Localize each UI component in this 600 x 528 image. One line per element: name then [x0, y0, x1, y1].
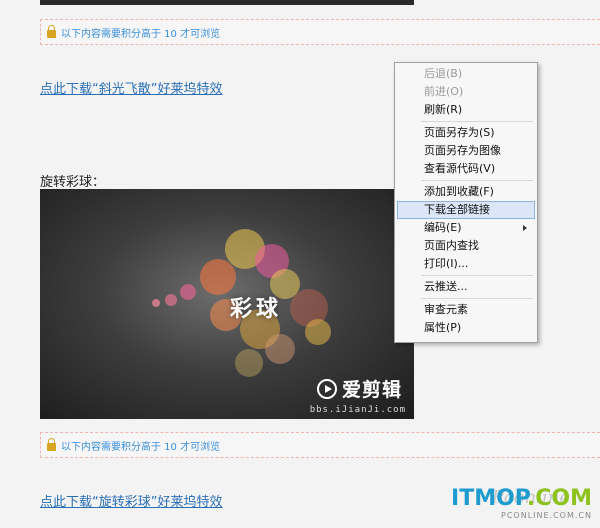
menu-item-save-page-as[interactable]: 页面另存为(S) — [397, 124, 535, 142]
itmop-watermark: ITMOP.COM PCONLINE.COM.CN — [451, 486, 592, 520]
menu-item-print[interactable]: 打印(I)... — [397, 255, 535, 273]
menu-item-save-page-as-image[interactable]: 页面另存为图像 — [397, 142, 535, 160]
preview-title-text: 彩球 — [230, 296, 283, 322]
menu-item-find-in-page[interactable]: 页面内查找 — [397, 237, 535, 255]
menu-item-encoding[interactable]: 编码(E) — [397, 219, 535, 237]
preview-caption: 旋转彩球： — [40, 175, 106, 190]
notice-text: 以下内容需要积分高于 10 才可浏览 — [61, 28, 221, 40]
menu-item-view-source[interactable]: 查看源代码(V) — [397, 160, 535, 178]
points-notice-top: 以下内容需要积分高于 10 才可浏览 — [40, 19, 600, 45]
lock-icon — [47, 24, 56, 38]
submenu-arrow-icon — [523, 225, 527, 231]
play-logo-icon — [316, 378, 337, 399]
brand-logo: 爱剪辑 — [316, 375, 402, 402]
menu-item-back[interactable]: 后退(B) — [397, 65, 535, 83]
previous-preview-image-bottom — [40, 0, 414, 5]
lock-icon — [47, 437, 56, 451]
download-link-rotating-ball[interactable]: 点此下载“旋转彩球”好莱坞特效 — [40, 491, 222, 510]
menu-item-forward[interactable]: 前进(O) — [397, 83, 535, 101]
menu-item-properties[interactable]: 属性(P) — [397, 319, 535, 337]
download-link-slanted-light[interactable]: 点此下载“斜光飞散”好莱坞特效 — [40, 78, 222, 97]
watermark-sub: PCONLINE.COM.CN — [501, 511, 592, 520]
menu-item-cloud-push[interactable]: 云推送... — [397, 278, 535, 296]
menu-item-add-favorite[interactable]: 添加到收藏(F) — [397, 183, 535, 201]
watermark-main: ITMOP — [451, 486, 527, 511]
context-menu: 后退(B) 前进(O) 刷新(R) 页面另存为(S) 页面另存为图像 查看源代码… — [394, 62, 538, 343]
menu-separator — [421, 298, 533, 299]
menu-item-refresh[interactable]: 刷新(R) — [397, 101, 535, 119]
points-notice-bottom: 以下内容需要积分高于 10 才可浏览 — [40, 432, 600, 458]
effect-preview-image: 彩球 爱剪辑 bbs.iJianJi.com — [40, 189, 414, 419]
menu-item-download-all-links[interactable]: 下载全部链接 — [397, 201, 535, 219]
brand-url: bbs.iJianJi.com — [309, 405, 406, 415]
menu-item-encoding-label: 编码(E) — [424, 221, 462, 234]
menu-separator — [421, 180, 533, 181]
brand-name: 爱剪辑 — [341, 379, 402, 401]
notice-text: 以下内容需要积分高于 10 才可浏览 — [61, 441, 221, 453]
menu-separator — [421, 121, 533, 122]
menu-item-inspect-element[interactable]: 审查元素 — [397, 301, 535, 319]
menu-separator — [421, 275, 533, 276]
watermark-suffix: .COM — [526, 486, 592, 511]
